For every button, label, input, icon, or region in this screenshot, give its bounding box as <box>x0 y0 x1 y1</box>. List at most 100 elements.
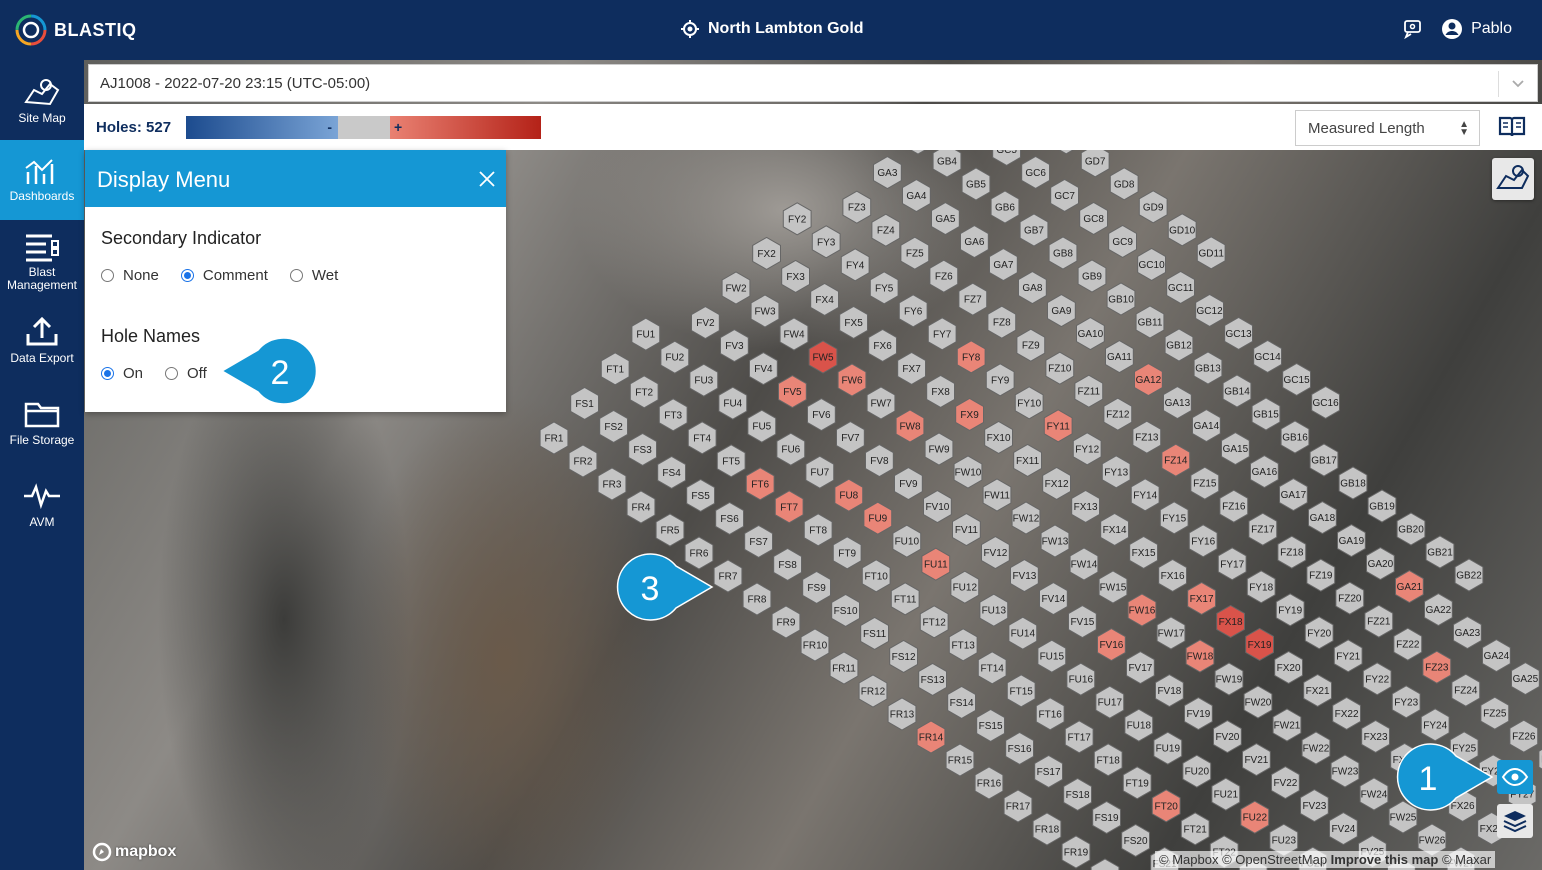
attribution-osm[interactable]: © OpenStreetMap <box>1222 852 1327 867</box>
blast-hole-label: FZ12 <box>1106 410 1130 421</box>
radio-button-selected[interactable] <box>180 269 194 282</box>
blast-hole-label: FS17 <box>1037 767 1061 778</box>
blast-hole-label: GA13 <box>1165 398 1191 409</box>
measure-select[interactable]: Measured Length ▲ ▼ <box>1295 110 1480 146</box>
blast-hole-label: GD8 <box>1114 179 1135 190</box>
blast-hole-label: FX7 <box>902 364 921 375</box>
blast-hole-label: GA6 <box>964 237 984 248</box>
blast-hole-label: FU15 <box>1040 652 1065 663</box>
blast-hole-label: FW10 <box>955 468 982 479</box>
blast-hole-label: FW15 <box>1100 583 1127 594</box>
blast-hole-label: FZ9 <box>1022 341 1040 352</box>
blast-hole-label: GA17 <box>1281 490 1307 501</box>
book-button[interactable] <box>1498 114 1526 145</box>
blast-hole-label: FR10 <box>803 641 828 652</box>
folder-icon <box>24 402 60 428</box>
blast-hole-label: GA20 <box>1368 559 1394 570</box>
blast-hole-label: FU8 <box>839 491 858 502</box>
layers-icon <box>1503 811 1527 833</box>
radio-button[interactable] <box>165 367 179 380</box>
blast-hole-label: FU10 <box>895 537 920 548</box>
blast-hole-label: FT9 <box>838 548 856 559</box>
radio-button-selected[interactable] <box>101 367 114 380</box>
blast-hole-label: FW16 <box>1129 606 1156 617</box>
blast-hole-label: FR12 <box>861 687 886 698</box>
mapbox-logo[interactable]: mapbox <box>92 842 176 862</box>
blast-hole-label: FW2 <box>725 284 747 295</box>
blast-hole-label: GA4 <box>906 191 926 202</box>
blast-hole-label: GB20 <box>1398 525 1424 536</box>
blast-hole-label: FR14 <box>919 733 944 744</box>
radio-button[interactable] <box>289 269 303 282</box>
map-style-button[interactable] <box>1492 158 1534 200</box>
radio-label: Comment <box>202 267 268 284</box>
blast-hole-label: FW22 <box>1303 744 1330 755</box>
radio-on[interactable]: On <box>101 365 143 382</box>
improve-map-link[interactable]: Improve this map <box>1331 852 1439 867</box>
blast-hole-label: FY2 <box>788 214 807 225</box>
blast-hole-label: FR11 <box>832 664 856 675</box>
blast-hole-label: FY10 <box>1017 398 1041 409</box>
blast-hole-label: GB9 <box>1082 272 1102 283</box>
site-selector[interactable]: North Lambton Gold <box>680 19 864 39</box>
blast-hole-label: GA7 <box>993 260 1013 271</box>
sidebar-item-data-export[interactable]: Data Export <box>0 316 84 376</box>
blast-hole-label: FR7 <box>719 572 738 583</box>
radio-wet[interactable]: Wet <box>289 267 338 284</box>
radio-none[interactable]: None <box>101 267 159 284</box>
blast-hole-label: GC16 <box>1313 398 1340 409</box>
upload-icon <box>26 316 58 346</box>
blast-hole-label: FV20 <box>1215 732 1239 743</box>
blast-hole[interactable] <box>1090 858 1120 870</box>
sidebar-item-blast-management[interactable]: Blast Management <box>0 232 84 302</box>
blast-hole-label: FV21 <box>1244 755 1268 766</box>
blast-hole-label: FX23 <box>1364 732 1388 743</box>
attribution-maxar[interactable]: © Maxar <box>1442 852 1491 867</box>
sidebar-item-file-storage[interactable]: File Storage <box>0 398 84 458</box>
blast-select-dropdown[interactable]: AJ1008 - 2022-07-20 23:15 (UTC-05:00) <box>88 64 1538 102</box>
blastiq-logo[interactable]: BLASTIQ <box>14 13 137 47</box>
callout-1: 1 <box>1396 743 1494 811</box>
blast-hole-label: FW23 <box>1332 767 1359 778</box>
blast-hole-label: FY16 <box>1191 536 1215 547</box>
user-menu[interactable]: Pablo <box>1441 18 1512 40</box>
blast-hole-label: FW9 <box>928 445 950 456</box>
support-chat-icon <box>1404 20 1421 40</box>
blast-hole-label: FX20 <box>1277 663 1301 674</box>
radio-off[interactable]: Off <box>165 365 207 382</box>
layers-button[interactable] <box>1497 804 1533 838</box>
hole-names-title: Hole Names <box>101 326 201 346</box>
blast-hole-label: FT10 <box>865 571 889 582</box>
blast-hole-label: FT2 <box>635 387 653 398</box>
blast-hole-label: FR4 <box>632 503 651 514</box>
blast-hole-label: FY19 <box>1278 605 1302 616</box>
blast-hole-label: FV19 <box>1186 709 1210 720</box>
blast-hole-label: FY14 <box>1133 490 1157 501</box>
sidebar-item-site-map[interactable]: Site Map <box>0 76 84 146</box>
blast-hole-label: FV4 <box>754 364 773 375</box>
blast-hole-label: FS19 <box>1095 813 1119 824</box>
blast-hole-label: FS12 <box>892 652 916 663</box>
blast-hole-label: FT8 <box>809 525 827 536</box>
blast-hole-label: GB19 <box>1369 502 1395 513</box>
radio-label: On <box>123 365 144 382</box>
close-icon[interactable] <box>478 170 496 193</box>
sidebar-item-label: Site Map <box>18 111 66 125</box>
sidebar-item-dashboards[interactable]: Dashboards <box>0 140 84 220</box>
attribution-mapbox[interactable]: © Mapbox <box>1159 852 1218 867</box>
radio-button[interactable] <box>101 269 114 282</box>
sidebar-item-avm[interactable]: AVM <box>0 480 84 540</box>
radio-comment[interactable]: Comment <box>180 267 268 284</box>
blast-hole-label: FT16 <box>1039 709 1063 720</box>
blast-hole-label: FV23 <box>1302 801 1326 812</box>
blast-hole-label: FX12 <box>1045 479 1069 490</box>
blast-hole-label: FZ5 <box>906 249 924 260</box>
blast-hole-label: FW21 <box>1274 721 1301 732</box>
blast-hole-label: FV5 <box>783 387 802 398</box>
blast-hole-label: GD10 <box>1169 225 1196 236</box>
site-name: North Lambton Gold <box>708 20 864 37</box>
blast-hole-label: FT18 <box>1097 755 1121 766</box>
visibility-toggle-button[interactable] <box>1497 760 1533 794</box>
support-button[interactable] <box>1402 18 1424 45</box>
blast-hole-label: FT19 <box>1126 778 1150 789</box>
